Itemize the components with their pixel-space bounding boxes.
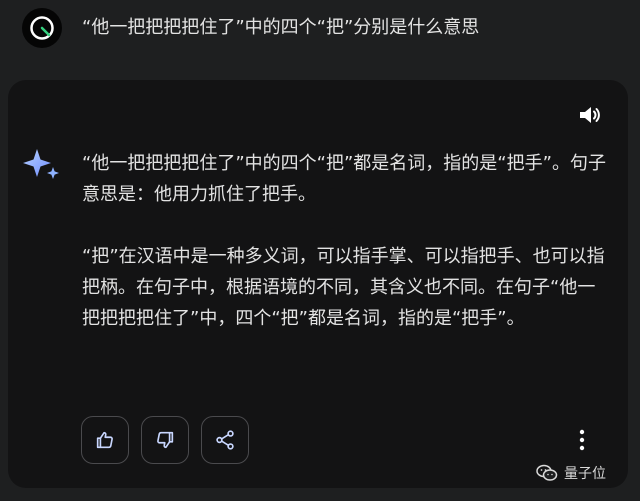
- watermark-label: 量子位: [564, 466, 606, 482]
- watermark: 量子位: [536, 462, 606, 484]
- share-icon: [216, 430, 234, 450]
- chat-page: “他一把把把把住了”中的四个“把”分别是什么意思 “他一把把把把住了”中的四个“…: [0, 0, 640, 501]
- user-question-text: “他一把把把把住了”中的四个“把”分别是什么意思: [82, 17, 480, 38]
- thumbs-down-icon: [157, 431, 174, 449]
- user-message-row: “他一把把把把住了”中的四个“把”分别是什么意思: [0, 0, 640, 60]
- wechat-icon: [536, 464, 558, 481]
- loading-circle-icon: [30, 16, 54, 40]
- speaker-button[interactable]: [574, 100, 604, 130]
- share-button[interactable]: [201, 416, 249, 464]
- assistant-answer-text: “他一把把把把住了”中的四个“把”都是名词，指的是“把手”。句子意思是：他用力抓…: [82, 148, 612, 334]
- user-avatar: [22, 8, 62, 48]
- sparkle-icon: [23, 149, 59, 179]
- thumbs-up-button[interactable]: [81, 416, 129, 464]
- more-options-button[interactable]: [572, 425, 592, 455]
- assistant-response-card: “他一把把把把住了”中的四个“把”都是名词，指的是“把手”。句子意思是：他用力抓…: [8, 80, 628, 488]
- thumbs-down-button[interactable]: [141, 416, 189, 464]
- answer-paragraph: “他一把把把把住了”中的四个“把”都是名词，指的是“把手”。句子意思是：他用力抓…: [82, 153, 606, 205]
- answer-paragraph: “把”在汉语中是一种多义词，可以指手掌、可以指把手、也可以指把柄。在句子中，根据…: [82, 246, 605, 329]
- volume-icon: [580, 107, 600, 123]
- thumbs-up-icon: [96, 431, 113, 449]
- more-vertical-icon: [579, 429, 585, 451]
